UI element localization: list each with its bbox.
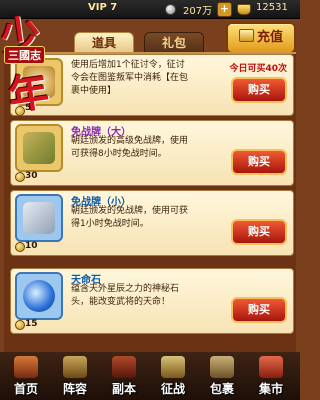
game-logo: 少年 三國志 xyxy=(0,2,68,120)
gold-coin-icon xyxy=(15,320,25,330)
logo-sub-text: 三國志 xyxy=(4,46,45,64)
item-slot xyxy=(15,272,63,320)
item-price: 15 xyxy=(25,319,38,329)
buy-button[interactable]: 购买 xyxy=(231,149,287,175)
list-item: 30 免战牌（大） 朝廷颁发的高级免战牌，使用可获得8小时免战时间。 购买 xyxy=(10,120,294,186)
tab-gift-pack[interactable]: 礼包 xyxy=(144,32,204,53)
nav-battle[interactable]: 征战 xyxy=(150,356,196,398)
tab-props[interactable]: 道具 xyxy=(74,32,134,53)
item-price: 10 xyxy=(25,241,38,251)
item-slot xyxy=(15,194,63,242)
nav-label: 包裹 xyxy=(209,382,234,396)
home-icon xyxy=(14,356,38,378)
nav-label: 阵容 xyxy=(62,382,87,396)
treasure-chest-icon xyxy=(238,29,254,42)
truce-token-large-icon xyxy=(23,132,55,164)
nav-label: 首页 xyxy=(13,382,38,396)
vip-level: VIP 7 xyxy=(88,2,118,13)
silver-amount: 207万 xyxy=(183,6,213,17)
nav-label: 集市 xyxy=(258,382,283,396)
destiny-stone-icon xyxy=(23,280,55,312)
market-icon xyxy=(259,356,283,378)
item-description: 使用后增加1个征讨令，征讨令会在图鉴叛军中消耗【在包裹中使用】 xyxy=(71,60,189,96)
battle-icon xyxy=(161,356,185,378)
buy-button[interactable]: 购买 xyxy=(231,297,287,323)
recharge-label: 充值 xyxy=(256,30,283,45)
truce-token-small-icon xyxy=(23,202,55,234)
nav-home[interactable]: 首页 xyxy=(3,356,49,398)
silver-coin-icon xyxy=(165,4,176,15)
daily-limit: 今日可买40次 xyxy=(229,64,287,74)
bottom-nav: 首页 阵容 副本 征战 包裹 集市 xyxy=(0,352,300,400)
nav-dungeon[interactable]: 副本 xyxy=(101,356,147,398)
item-slot xyxy=(15,124,63,172)
nav-label: 副本 xyxy=(111,382,136,396)
lineup-icon xyxy=(63,356,87,378)
gold-amount: 12531 xyxy=(256,2,288,13)
dungeon-icon xyxy=(112,356,136,378)
bag-icon xyxy=(210,356,234,378)
list-item: 15 天命石 蕴含天外星辰之力的神秘石头，能改变武将的天命！ 购买 xyxy=(10,268,294,334)
gold-coin-icon xyxy=(15,242,25,252)
add-silver-button[interactable]: + xyxy=(217,2,232,17)
gold-ingot-icon xyxy=(237,4,251,15)
nav-market[interactable]: 集市 xyxy=(248,356,294,398)
item-description: 朝廷颁发的免战牌，使用可获得1小时免战时间。 xyxy=(71,206,189,229)
item-description: 蕴含天外星辰之力的神秘石头，能改变武将的天命！ xyxy=(71,284,180,307)
buy-button[interactable]: 购买 xyxy=(231,77,287,103)
item-price: 30 xyxy=(25,171,38,181)
gold-coin-icon xyxy=(15,172,25,182)
list-item: 10 免战牌（小） 朝廷颁发的免战牌，使用可获得1小时免战时间。 购买 xyxy=(10,190,294,256)
buy-button[interactable]: 购买 xyxy=(231,219,287,245)
recharge-button[interactable]: 充值 xyxy=(226,22,296,54)
nav-label: 征战 xyxy=(160,382,185,396)
nav-bag[interactable]: 包裹 xyxy=(199,356,245,398)
nav-lineup[interactable]: 阵容 xyxy=(52,356,98,398)
item-description: 朝廷颁发的高级免战牌，使用可获得8小时免战时间。 xyxy=(71,136,189,159)
